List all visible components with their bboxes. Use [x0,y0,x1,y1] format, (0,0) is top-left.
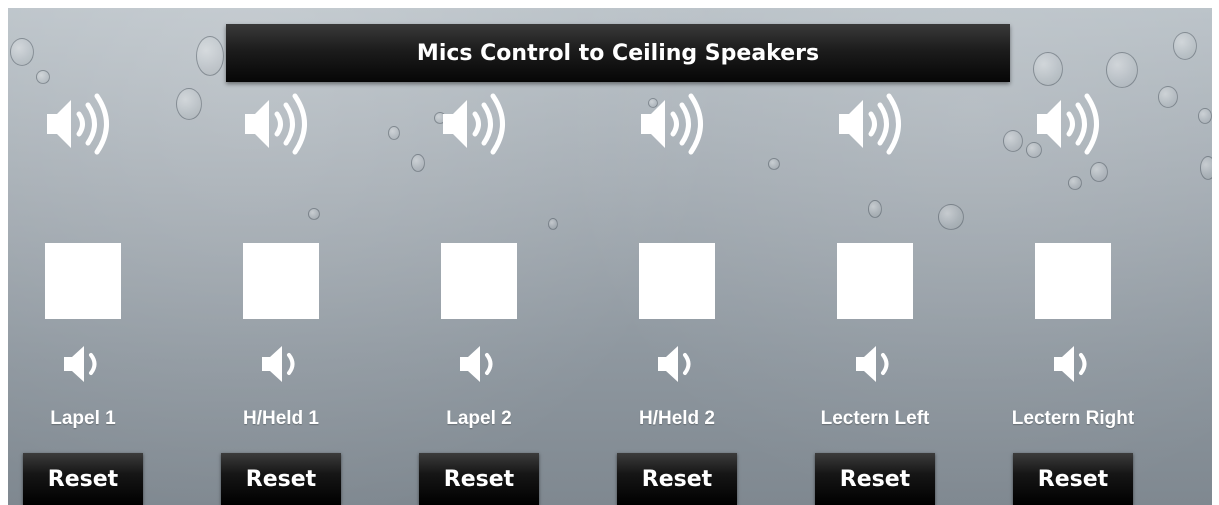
speaker-quiet-icon [658,346,691,382]
speaker-quiet-icon [262,346,295,382]
mic-channel-5: Lectern Left Reset [800,8,950,505]
channel-label: Lectern Left [820,408,930,429]
speaker-loud-icon [443,93,505,155]
volume-down-button[interactable] [258,343,308,385]
reset-button[interactable]: Reset [617,453,737,505]
mic-channel-4: H/Held 2 Reset [602,8,752,505]
volume-down-button[interactable] [60,343,110,385]
mic-channel-3: Lapel 2 Reset [404,8,554,505]
level-indicator [45,243,121,319]
speaker-loud-icon [641,93,703,155]
reset-button[interactable]: Reset [815,453,935,505]
speaker-loud-icon [839,93,901,155]
water-drop [1200,156,1212,180]
speaker-loud-icon [1037,93,1099,155]
reset-button[interactable]: Reset [23,453,143,505]
speaker-quiet-icon [1054,346,1087,382]
level-indicator [243,243,319,319]
water-drop [1173,32,1197,60]
water-drop [768,158,780,170]
water-drop [176,88,202,120]
volume-up-button[interactable] [833,90,915,158]
volume-up-button[interactable] [1031,90,1113,158]
level-indicator [639,243,715,319]
channel-label: Lapel 1 [50,408,116,429]
water-drop [388,126,400,140]
channel-label: Lectern Right [1011,408,1135,429]
mic-channel-6: Lectern Right Reset [998,8,1148,505]
speaker-loud-icon [47,93,109,155]
level-indicator [1035,243,1111,319]
mic-channel-2: H/Held 1 Reset [206,8,356,505]
mic-channel-1: Lapel 1 Reset [8,8,158,505]
channel-label: H/Held 2 [638,408,716,429]
speaker-quiet-icon [64,346,97,382]
water-drop [1198,108,1212,124]
volume-up-button[interactable] [437,90,519,158]
volume-down-button[interactable] [1050,343,1100,385]
volume-up-button[interactable] [239,90,321,158]
water-drop [1158,86,1178,108]
channel-label: Lapel 2 [446,408,512,429]
speaker-loud-icon [245,93,307,155]
level-indicator [441,243,517,319]
speaker-quiet-icon [856,346,889,382]
speaker-quiet-icon [460,346,493,382]
reset-button[interactable]: Reset [221,453,341,505]
volume-up-button[interactable] [41,90,123,158]
level-indicator [837,243,913,319]
channel-label: H/Held 1 [242,408,320,429]
reset-button[interactable]: Reset [1013,453,1133,505]
volume-down-button[interactable] [456,343,506,385]
reset-button[interactable]: Reset [419,453,539,505]
control-panel: Mics Control to Ceiling Speakers Lapel 1… [8,8,1212,505]
volume-down-button[interactable] [852,343,902,385]
volume-down-button[interactable] [654,343,704,385]
volume-up-button[interactable] [635,90,717,158]
